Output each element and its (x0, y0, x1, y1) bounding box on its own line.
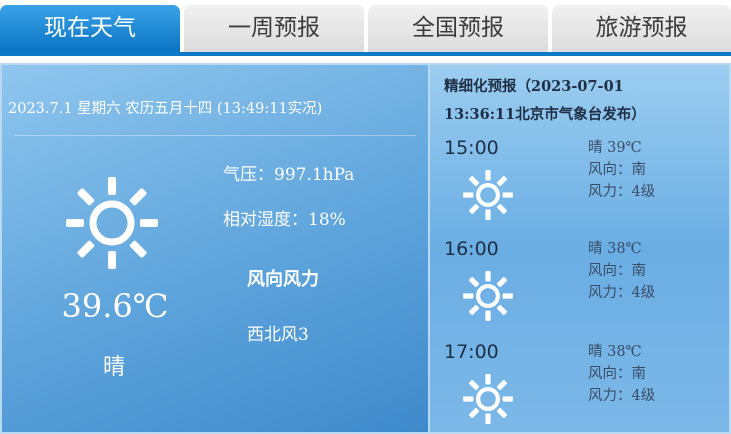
sun-icon (66, 177, 158, 269)
tab-bar: 现在天气 一周预报 全国预报 旅游预报 (0, 0, 731, 56)
current-temperature: 39.6℃ (61, 287, 169, 325)
tab-underline (0, 52, 731, 56)
hour-condition-temp: 晴 39℃ (588, 140, 642, 156)
hourly-item: 17:00 晴 38℃ 风向：南 风力：4级 (430, 341, 731, 434)
current-weather-panel: 2023.7.1 星期六 农历五月十四 (13:49:11实况) 39.6℃ 晴… (0, 63, 428, 434)
hour-wind-force: 风力：4级 (588, 285, 656, 301)
tab-week-forecast[interactable]: 一周预报 (184, 5, 364, 52)
tab-current-weather[interactable]: 现在天气 (0, 5, 180, 52)
current-condition: 晴 (102, 355, 125, 380)
hour-wind-force: 风力：4级 (588, 184, 656, 200)
wind-heading: 风向风力 (247, 269, 319, 290)
hour-condition-temp: 晴 38℃ (588, 344, 642, 360)
wind-value: 西北风3 (247, 325, 309, 345)
hour-wind-direction: 风向：南 (588, 366, 646, 382)
pressure-value: 气压：997.1hPa (223, 165, 355, 185)
fine-forecast-panel: 精细化预报（2023-07-01 13:36:11北京市气象台发布） 15:00… (428, 63, 731, 434)
hour-details: 晴 39℃ 风向：南 风力：4级 (588, 137, 728, 203)
forecast-title-line2: 13:36:11北京市气象台发布） (444, 106, 646, 123)
hourly-item: 15:00 晴 39℃ 风向：南 风力：4级 (430, 137, 731, 237)
hourly-item: 16:00 晴 38℃ 风向：南 风力：4级 (430, 238, 731, 338)
tab-travel-forecast[interactable]: 旅游预报 (552, 5, 731, 52)
sun-icon (463, 170, 513, 220)
hour-time: 15:00 (444, 137, 499, 159)
tab-national-forecast[interactable]: 全国预报 (368, 5, 548, 52)
sun-icon (463, 374, 513, 424)
hour-wind-direction: 风向：南 (588, 162, 646, 178)
hour-wind-direction: 风向：南 (588, 263, 646, 279)
date-line: 2023.7.1 星期六 农历五月十四 (13:49:11实况) (8, 101, 323, 117)
divider (14, 135, 416, 136)
hour-wind-force: 风力：4级 (588, 388, 656, 404)
humidity-value: 相对湿度：18% (223, 210, 346, 230)
hour-condition-temp: 晴 38℃ (588, 241, 642, 257)
forecast-title-line1: 精细化预报（2023-07-01 (444, 78, 624, 95)
forecast-title: 精细化预报（2023-07-01 13:36:11北京市气象台发布） (444, 73, 729, 129)
hour-time: 16:00 (444, 238, 499, 260)
hour-details: 晴 38℃ 风向：南 风力：4级 (588, 238, 728, 304)
sun-icon (463, 271, 513, 321)
hour-time: 17:00 (444, 341, 499, 363)
hour-details: 晴 38℃ 风向：南 风力：4级 (588, 341, 728, 407)
